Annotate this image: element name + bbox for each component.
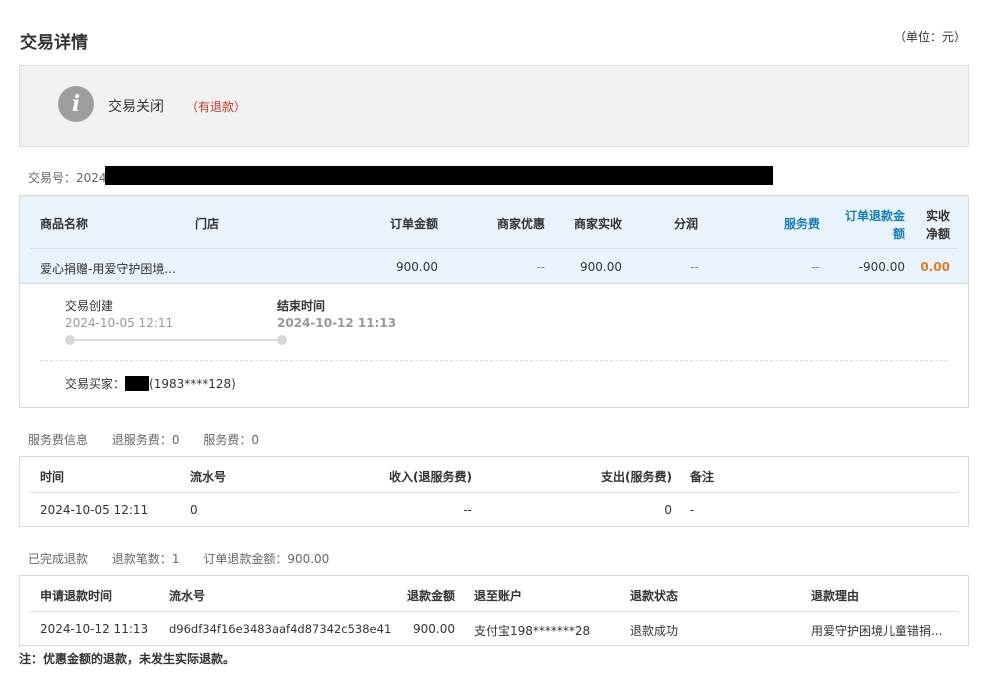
col-merchant-discount: 商家优惠 — [496, 217, 545, 231]
rf-row-status: 退款成功 — [630, 624, 679, 638]
service-fee-meta: 服务费信息 退服务费：0 服务费：0 — [28, 431, 279, 448]
sf-col-serial: 流水号 — [190, 470, 227, 484]
buyer-name-redaction — [125, 376, 150, 391]
sf-col-time: 时间 — [40, 470, 65, 484]
row-net: 0.00 — [920, 260, 950, 274]
sf-header-divider — [30, 492, 958, 493]
end-time: 2024-10-12 11:13 — [277, 316, 397, 330]
status-panel: i 交易关闭 （有退款） — [19, 65, 969, 147]
sf-col-income: 收入(退服务费) — [389, 470, 472, 484]
refund-total: 订单退款金额：900.00 — [203, 552, 330, 566]
refund-tag: （有退款） — [186, 100, 247, 114]
buyer-info: 交易买家： (1983****128) — [65, 375, 236, 392]
row-service-fee: -- — [811, 260, 820, 274]
rf-row-time: 2024-10-12 11:13 — [40, 622, 149, 636]
row-order-amount: 900.00 — [396, 260, 438, 274]
end-label: 结束时间 — [277, 299, 326, 313]
rf-row-account: 支付宝198*******28 — [474, 624, 591, 638]
refund-table: 申请退款时间 流水号 退款金额 退至账户 退款状态 退款理由 2024-10-1… — [19, 575, 969, 646]
trade-number: 交易号：2024 — [28, 166, 773, 186]
buyer-label: 交易买家： — [65, 377, 126, 391]
dashed-divider — [40, 360, 948, 361]
trade-number-value: 2024 — [76, 171, 107, 185]
page-title: 交易详情 — [20, 33, 88, 53]
rf-col-reason: 退款理由 — [811, 589, 860, 603]
col-order-amount: 订单金额 — [389, 217, 438, 231]
refund-fee-summary: 退服务费：0 — [111, 433, 180, 447]
row-product[interactable]: 爱心捐赠-用爱守护困境... — [40, 260, 176, 277]
col-refund-amount-line2: 额 — [892, 227, 905, 241]
rf-col-amount: 退款金额 — [406, 589, 455, 603]
col-merchant-received: 商家实收 — [573, 217, 622, 231]
sf-col-expense: 支出(服务费) — [601, 470, 672, 484]
col-product: 商品名称 — [40, 217, 89, 231]
rf-row-reason[interactable]: 用爱守护困境儿童错捐... — [811, 622, 942, 639]
sf-row-serial: 0 — [190, 503, 198, 517]
row-merchant-received: 900.00 — [580, 260, 622, 274]
created-label: 交易创建 — [65, 299, 114, 313]
timeline-dot-start — [65, 335, 75, 345]
service-fee-table: 时间 流水号 收入(退服务费) 支出(服务费) 备注 2024-10-05 12… — [19, 456, 969, 527]
col-commission: 分润 — [674, 217, 699, 231]
unit-note: （单位：元） — [893, 30, 966, 44]
order-card: 商品名称 门店 订单金额 商家优惠 商家实收 分润 服务费 订单退款金 额 实收… — [19, 195, 969, 408]
timeline-track — [70, 339, 282, 341]
rf-col-status: 退款状态 — [630, 589, 679, 603]
header-divider — [30, 248, 958, 249]
footnote: 注：优惠金额的退款，未发生实际退款。 — [19, 652, 236, 666]
col-store: 门店 — [195, 217, 220, 231]
sf-row-expense: 0 — [664, 503, 672, 517]
trade-number-label: 交易号： — [28, 171, 77, 185]
rf-row-amount: 900.00 — [413, 622, 455, 636]
rf-col-serial: 流水号 — [169, 589, 206, 603]
timeline-dot-end — [277, 335, 287, 345]
redaction-bar — [105, 166, 773, 185]
col-service-fee[interactable]: 服务费 — [740, 215, 820, 232]
col-refund-amount[interactable]: 订单退款金 额 — [820, 207, 905, 243]
fee-summary: 服务费：0 — [203, 433, 259, 447]
row-commission: -- — [690, 260, 699, 274]
refund-meta: 已完成退款 退款笔数：1 订单退款金额：900.00 — [28, 550, 349, 567]
col-net-line2: 净额 — [925, 227, 950, 241]
col-refund-amount-line1: 订单退款金 — [844, 209, 905, 223]
row-refund-amount: -900.00 — [858, 260, 905, 274]
sf-col-remark: 备注 — [690, 470, 715, 484]
trade-timeline: 交易创建 2024-10-05 12:11 结束时间 2024-10-12 11… — [20, 284, 968, 408]
col-net-line1: 实收 — [925, 209, 950, 223]
rf-col-time: 申请退款时间 — [40, 589, 113, 603]
service-fee-title: 服务费信息 — [28, 433, 89, 447]
buyer-phone: (1983****128) — [149, 377, 236, 391]
rf-header-divider — [30, 611, 958, 612]
refund-count: 退款笔数：1 — [111, 552, 180, 566]
col-net: 实收 净额 — [910, 207, 950, 243]
refund-title: 已完成退款 — [28, 552, 89, 566]
info-icon: i — [58, 86, 94, 122]
status-text: 交易关闭 — [108, 99, 164, 115]
row-merchant-discount: -- — [536, 260, 545, 274]
sf-row-income: -- — [463, 503, 472, 517]
sf-row-time: 2024-10-05 12:11 — [40, 503, 149, 517]
rf-col-account: 退至账户 — [474, 589, 523, 603]
sf-row-remark: - — [690, 503, 695, 517]
order-table: 商品名称 门店 订单金额 商家优惠 商家实收 分润 服务费 订单退款金 额 实收… — [20, 196, 968, 284]
rf-row-serial: d96df34f16e3483aaf4d87342c538e41 — [169, 622, 392, 636]
created-time: 2024-10-05 12:11 — [65, 316, 174, 330]
